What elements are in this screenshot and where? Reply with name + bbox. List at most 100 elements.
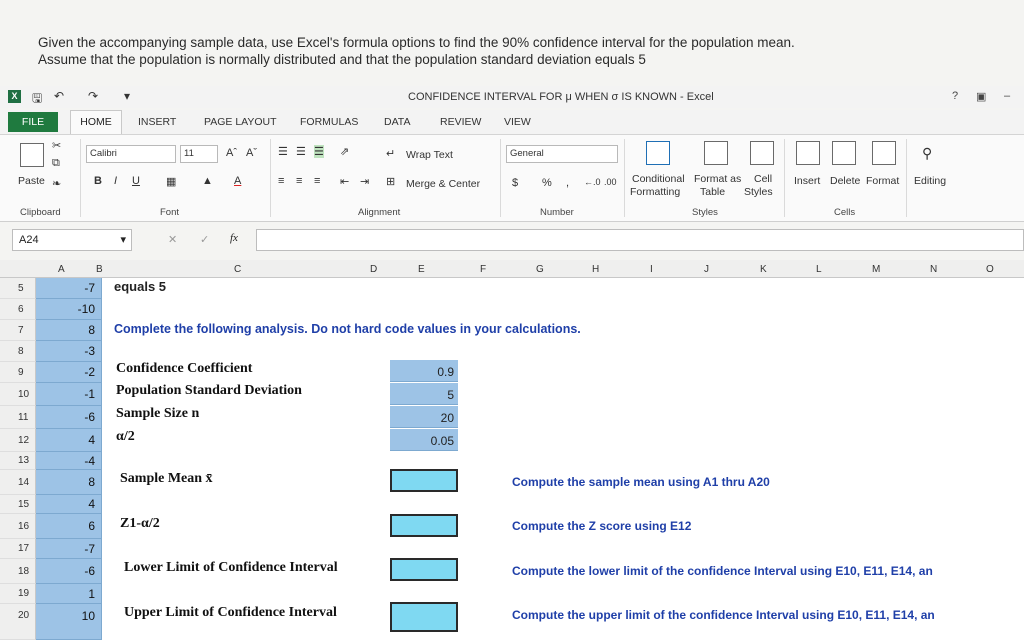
- cell-a18[interactable]: -6: [36, 559, 102, 584]
- wrap-text-button[interactable]: Wrap Text: [406, 149, 453, 161]
- paste-icon[interactable]: [20, 143, 44, 167]
- format-painter-icon[interactable]: ❧: [52, 177, 61, 190]
- bold-button[interactable]: B: [94, 175, 102, 187]
- underline-button[interactable]: U: [132, 175, 140, 187]
- cell-a10[interactable]: -1: [36, 383, 102, 406]
- cell-e10-sd[interactable]: 5: [390, 383, 458, 405]
- tab-home[interactable]: HOME: [70, 110, 122, 135]
- align-right-icon[interactable]: ≡: [314, 175, 320, 187]
- enter-formula-button[interactable]: ✓: [200, 233, 209, 246]
- col-header-j[interactable]: J: [704, 264, 709, 275]
- cell-e9-confidence[interactable]: 0.9: [390, 360, 458, 382]
- col-header-e[interactable]: E: [418, 264, 425, 275]
- row-header-5[interactable]: 5: [0, 278, 36, 299]
- col-header-i[interactable]: I: [650, 264, 653, 275]
- col-header-o[interactable]: O: [986, 264, 994, 275]
- binoculars-icon[interactable]: ⚲: [922, 145, 932, 162]
- cell-a14[interactable]: 8: [36, 470, 102, 495]
- cell-a15[interactable]: 4: [36, 495, 102, 514]
- row-header-18[interactable]: 18: [0, 559, 36, 584]
- cell-a8[interactable]: -3: [36, 341, 102, 362]
- cell-a5[interactable]: -7: [36, 278, 102, 299]
- tab-insert[interactable]: INSERT: [138, 116, 176, 128]
- format-as-table-label-2[interactable]: Table: [700, 186, 725, 198]
- decrease-indent-icon[interactable]: ⇤: [340, 175, 349, 188]
- insert-cells-icon[interactable]: [796, 141, 820, 165]
- format-as-table-label-1[interactable]: Format as: [694, 173, 741, 185]
- row-header-20[interactable]: 20: [0, 604, 36, 640]
- row-header-17[interactable]: 17: [0, 539, 36, 559]
- col-header-b[interactable]: B: [96, 264, 103, 275]
- cell-a11[interactable]: -6: [36, 406, 102, 429]
- conditional-formatting-label-2[interactable]: Formatting: [630, 186, 680, 198]
- ribbon-display-icon[interactable]: ▣: [976, 90, 986, 103]
- row-header-6[interactable]: 6: [0, 299, 36, 320]
- merge-center-icon[interactable]: ⊞: [386, 175, 395, 188]
- cell-a17[interactable]: -7: [36, 539, 102, 559]
- name-box[interactable]: A24 ▾: [12, 229, 132, 251]
- row-header-19[interactable]: 19: [0, 584, 36, 604]
- font-name-select[interactable]: Calibri: [86, 145, 176, 163]
- cell-a20[interactable]: 10: [36, 604, 102, 640]
- insert-cells-button[interactable]: Insert: [794, 175, 820, 187]
- currency-button[interactable]: $: [512, 177, 518, 189]
- cell-styles-icon[interactable]: [750, 141, 774, 165]
- col-header-n[interactable]: N: [930, 264, 937, 275]
- increase-decimal-icon[interactable]: ←.0: [584, 177, 601, 187]
- row-header-9[interactable]: 9: [0, 362, 36, 383]
- cell-a6[interactable]: -10: [36, 299, 102, 320]
- cell-a19[interactable]: 1: [36, 584, 102, 604]
- col-header-c[interactable]: C: [234, 264, 241, 275]
- tab-page-layout[interactable]: PAGE LAYOUT: [204, 116, 277, 128]
- row-header-8[interactable]: 8: [0, 341, 36, 362]
- cell-e11-n[interactable]: 20: [390, 406, 458, 428]
- answer-cell-z-score[interactable]: [390, 514, 458, 537]
- cell-styles-label-2[interactable]: Styles: [744, 186, 773, 198]
- fill-color-icon[interactable]: ▲: [202, 175, 213, 187]
- row-header-16[interactable]: 16: [0, 514, 36, 539]
- row-header-15[interactable]: 15: [0, 495, 36, 514]
- col-header-m[interactable]: M: [872, 264, 880, 275]
- tab-file[interactable]: FILE: [8, 112, 58, 132]
- tab-view[interactable]: VIEW: [504, 116, 531, 128]
- insert-function-button[interactable]: fx: [230, 232, 238, 244]
- align-middle-icon[interactable]: ☰: [296, 145, 306, 158]
- comma-button[interactable]: ,: [566, 177, 569, 189]
- editing-button[interactable]: Editing: [914, 175, 946, 187]
- increase-indent-icon[interactable]: ⇥: [360, 175, 369, 188]
- col-header-f[interactable]: F: [480, 264, 486, 275]
- redo-icon[interactable]: ↷: [88, 89, 98, 103]
- shrink-font-icon[interactable]: Aˇ: [246, 147, 257, 159]
- answer-cell-sample-mean[interactable]: [390, 469, 458, 492]
- answer-cell-lower-limit[interactable]: [390, 558, 458, 581]
- decrease-decimal-icon[interactable]: .00: [604, 177, 617, 187]
- save-icon[interactable]: 🖫: [32, 89, 42, 110]
- paste-button[interactable]: Paste: [18, 175, 45, 187]
- col-header-h[interactable]: H: [592, 264, 599, 275]
- percent-button[interactable]: %: [542, 177, 552, 189]
- font-size-select[interactable]: 11: [180, 145, 218, 163]
- cell-styles-label-1[interactable]: Cell: [754, 173, 772, 185]
- col-header-d[interactable]: D: [370, 264, 377, 275]
- orientation-icon[interactable]: ⇗: [340, 145, 349, 158]
- cell-a16[interactable]: 6: [36, 514, 102, 539]
- row-header-13[interactable]: 13: [0, 452, 36, 470]
- cell-a7[interactable]: 8: [36, 320, 102, 341]
- conditional-formatting-label-1[interactable]: Conditional: [632, 173, 685, 185]
- align-bottom-icon[interactable]: ☰: [314, 145, 324, 158]
- row-header-10[interactable]: 10: [0, 383, 36, 406]
- row-header-11[interactable]: 11: [0, 406, 36, 429]
- quick-access-icon[interactable]: ▾: [124, 89, 130, 103]
- tab-formulas[interactable]: FORMULAS: [300, 116, 358, 128]
- answer-cell-upper-limit[interactable]: [390, 602, 458, 632]
- format-cells-button[interactable]: Format: [866, 175, 899, 187]
- col-header-g[interactable]: G: [536, 264, 544, 275]
- number-format-select[interactable]: General: [506, 145, 618, 163]
- row-header-7[interactable]: 7: [0, 320, 36, 341]
- font-color-icon[interactable]: A: [234, 175, 241, 187]
- align-center-icon[interactable]: ≡: [296, 175, 302, 187]
- cell-a13[interactable]: -4: [36, 452, 102, 470]
- row-header-14[interactable]: 14: [0, 470, 36, 495]
- grow-font-icon[interactable]: Aˆ: [226, 147, 237, 159]
- formula-input[interactable]: [256, 229, 1024, 251]
